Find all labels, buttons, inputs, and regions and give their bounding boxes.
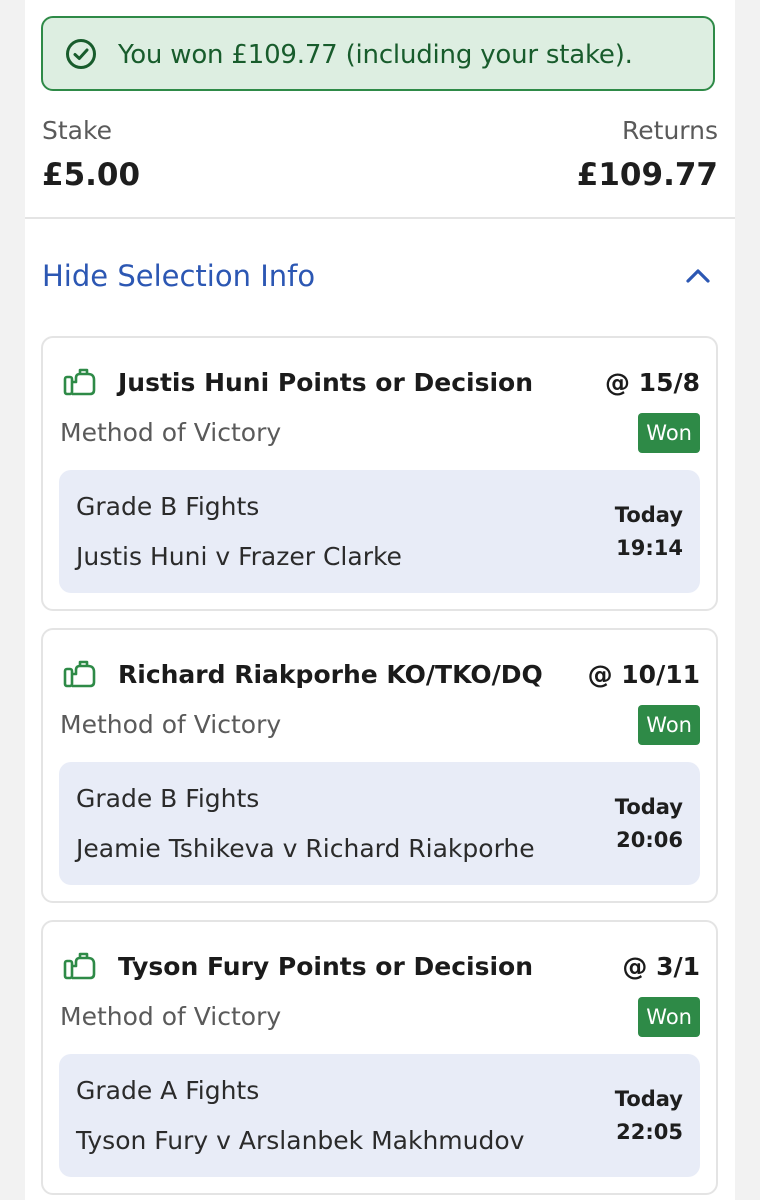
divider: [25, 217, 735, 219]
selection-name: Tyson Fury Points or Decision: [118, 952, 534, 981]
event-info[interactable]: Grade B Fights Justis Huni v Frazer Clar…: [59, 470, 700, 593]
win-message: You won £109.77 (including your stake).: [118, 40, 633, 70]
competition-name: Grade A Fights: [76, 1076, 260, 1105]
selection-name: Justis Huni Points or Decision: [118, 368, 534, 397]
competition-name: Grade B Fights: [76, 784, 260, 813]
event-info[interactable]: Grade A Fights Tyson Fury v Arslanbek Ma…: [59, 1054, 700, 1177]
status-badge: Won: [638, 413, 700, 453]
returns-label: Returns: [622, 116, 718, 145]
event-time: 22:05: [616, 1120, 683, 1144]
status-badge: Won: [638, 997, 700, 1037]
boxing-glove-icon: [63, 952, 96, 980]
hide-selection-info-link[interactable]: Hide Selection Info: [42, 259, 315, 293]
bet-details-panel: You won £109.77 (including your stake). …: [25, 0, 735, 1200]
selection-card: Richard Riakporhe KO/TKO/DQ @ 10/11 Meth…: [41, 628, 718, 903]
fixture-name: Tyson Fury v Arslanbek Makhmudov: [76, 1126, 525, 1155]
selection-odds: @ 10/11: [587, 660, 700, 689]
returns-value: £109.77: [576, 157, 718, 193]
selection-name: Richard Riakporhe KO/TKO/DQ: [118, 660, 543, 689]
selection-odds: @ 15/8: [604, 368, 700, 397]
fixture-name: Jeamie Tshikeva v Richard Riakporhe: [76, 834, 535, 863]
status-badge: Won: [638, 705, 700, 745]
event-day: Today: [614, 795, 683, 819]
event-day: Today: [614, 1087, 683, 1111]
selection-odds: @ 3/1: [622, 952, 700, 981]
selection-card: Justis Huni Points or Decision @ 15/8 Me…: [41, 336, 718, 611]
event-info[interactable]: Grade B Fights Jeamie Tshikeva v Richard…: [59, 762, 700, 885]
market-name: Method of Victory: [60, 1002, 282, 1031]
chevron-up-icon[interactable]: [685, 266, 711, 286]
stake-label: Stake: [42, 116, 112, 145]
market-name: Method of Victory: [60, 710, 282, 739]
event-day: Today: [614, 503, 683, 527]
event-time: 19:14: [616, 536, 683, 560]
win-alert: You won £109.77 (including your stake).: [41, 16, 715, 91]
stake-value: £5.00: [42, 157, 141, 193]
boxing-glove-icon: [63, 368, 96, 396]
check-circle-icon: [66, 39, 96, 69]
selection-card: Tyson Fury Points or Decision @ 3/1 Meth…: [41, 920, 718, 1195]
boxing-glove-icon: [63, 660, 96, 688]
event-time: 20:06: [616, 828, 683, 852]
fixture-name: Justis Huni v Frazer Clarke: [76, 542, 402, 571]
market-name: Method of Victory: [60, 418, 282, 447]
competition-name: Grade B Fights: [76, 492, 260, 521]
